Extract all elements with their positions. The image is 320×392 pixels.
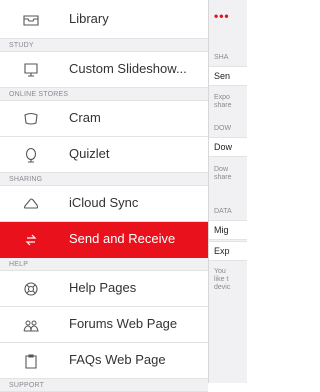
detail-footnote: Expo <box>214 94 230 101</box>
detail-footnote: share <box>214 102 232 109</box>
sidebar-item-label: Cram <box>69 110 101 125</box>
detail-footnote: You <box>214 268 226 275</box>
inbox-tray-icon <box>22 11 40 29</box>
sidebar-item-label: FAQs Web Page <box>69 352 166 367</box>
sidebar-item-icloud-sync[interactable]: iCloud Sync <box>0 186 208 222</box>
people-group-icon <box>22 316 40 334</box>
sidebar-item-label: Library <box>69 11 109 26</box>
section-header-help: HELP <box>0 258 208 271</box>
transfer-arrows-icon <box>22 231 40 249</box>
section-header-sharing: SHARING <box>0 173 208 186</box>
sidebar-item-faqs-web-page[interactable]: FAQs Web Page <box>0 343 208 379</box>
detail-cell[interactable]: Sen <box>209 66 247 86</box>
detail-cell[interactable]: Exp <box>209 241 247 261</box>
sidebar-item-send-and-receive[interactable]: Send and Receive <box>0 222 208 258</box>
detail-footnote: devic <box>214 284 231 291</box>
detail-cell[interactable]: Dow <box>209 137 247 157</box>
sidebar-item-forums-web-page[interactable]: Forums Web Page <box>0 307 208 343</box>
sidebar-item-label: Help Pages <box>69 280 137 295</box>
quizlet-q-icon <box>22 146 40 164</box>
sidebar-item-cram[interactable]: Cram <box>0 101 208 137</box>
detail-footnote: Dow <box>214 166 229 173</box>
life-ring-icon <box>22 280 40 298</box>
cram-cylinder-icon <box>22 110 40 128</box>
sidebar-item-label: iCloud Sync <box>69 195 139 210</box>
sidebar-item-quizlet[interactable]: Quizlet <box>0 137 208 173</box>
sidebar-item-label: Custom Slideshow... <box>69 61 187 76</box>
section-header-online-stores: ONLINE STORES <box>0 88 208 101</box>
detail-cell[interactable]: Mig <box>209 220 247 240</box>
sidebar-item-help-pages[interactable]: Help Pages <box>0 271 208 307</box>
clipboard-icon <box>22 352 40 370</box>
sidebar-item-label: Send and Receive <box>69 231 176 246</box>
presentation-screen-icon <box>22 61 40 79</box>
more-options-icon[interactable]: ••• <box>214 9 230 23</box>
cloud-icon <box>22 195 40 213</box>
sidebar-item-label: Quizlet <box>69 146 110 161</box>
sidebar-item-library[interactable]: Library <box>0 0 208 39</box>
sidebar-item-label: Forums Web Page <box>69 316 178 331</box>
detail-footnote: share <box>214 174 232 181</box>
section-header-study: STUDY <box>0 39 208 52</box>
detail-pane: ••• SHA Sen Expo share DOW Dow Dow share… <box>209 0 247 383</box>
section-header-support: SUPPORT <box>0 379 208 392</box>
sidebar: Library STUDY Custom Slideshow... ONLINE… <box>0 0 209 392</box>
sidebar-item-custom-slideshow[interactable]: Custom Slideshow... <box>0 52 208 88</box>
detail-footnote: like t <box>214 276 229 283</box>
